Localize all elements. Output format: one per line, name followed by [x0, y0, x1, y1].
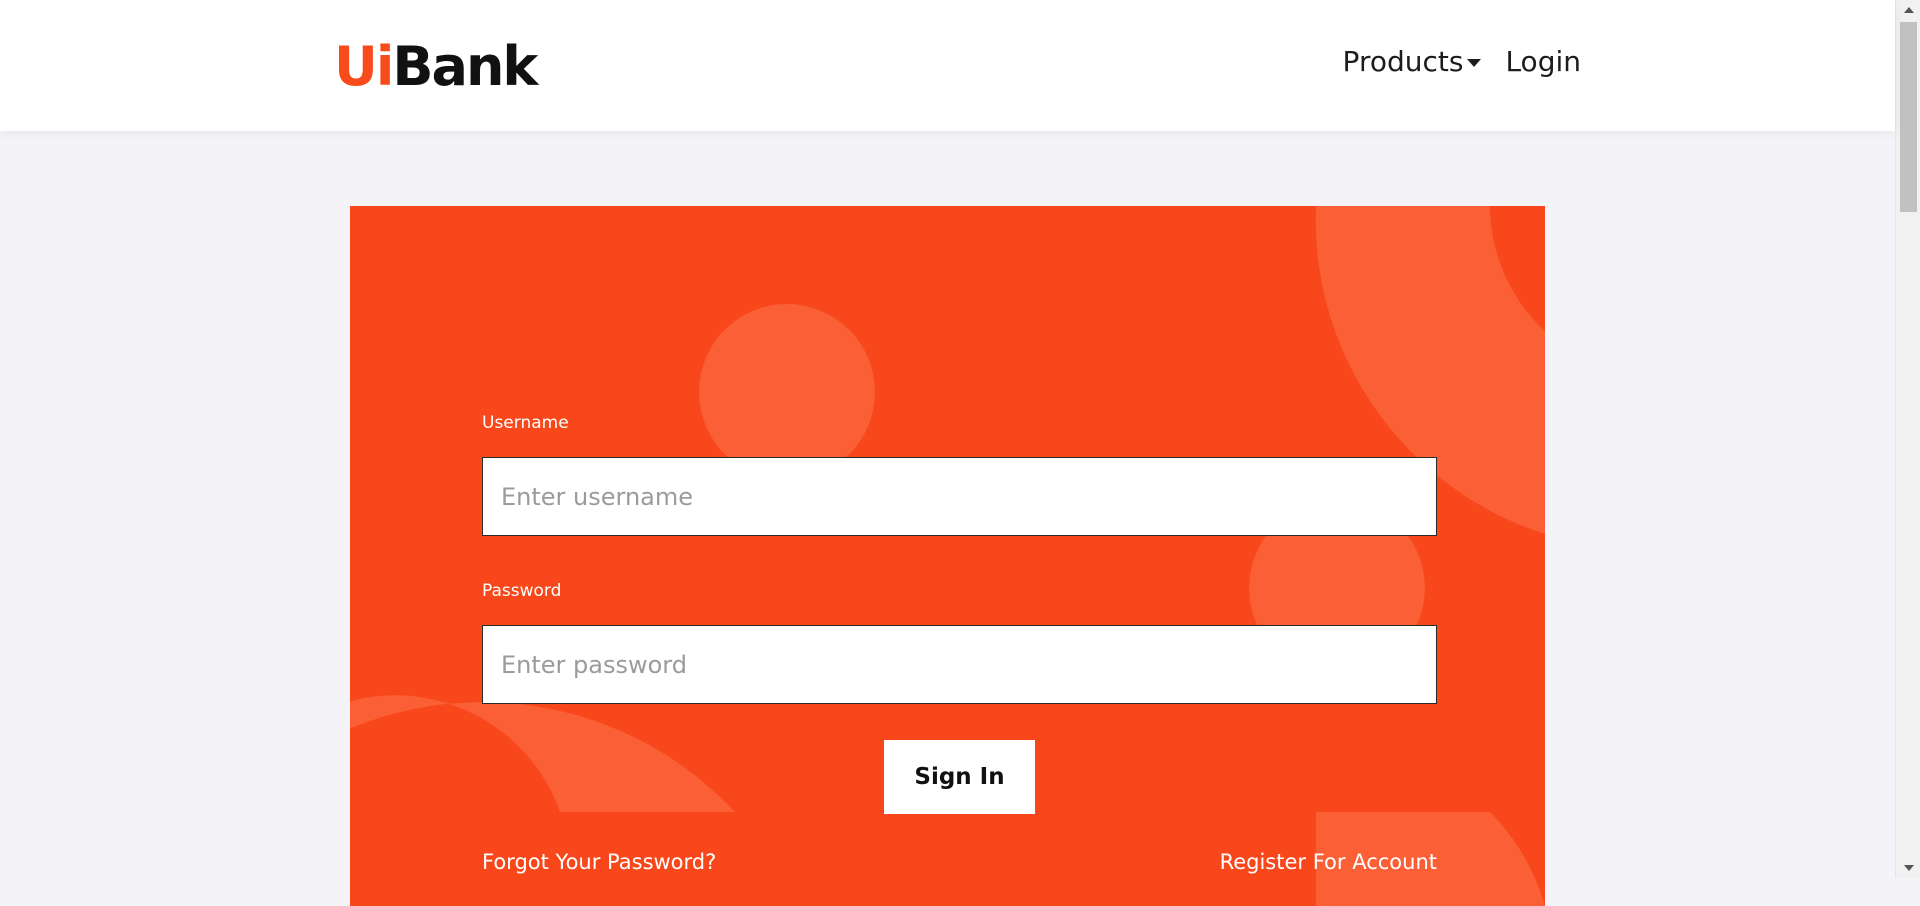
- password-label: Password: [482, 581, 562, 601]
- sign-in-button[interactable]: Sign In: [884, 740, 1035, 814]
- username-input[interactable]: [482, 457, 1437, 536]
- logo-suffix: Bank: [392, 35, 538, 98]
- page-scrollbar[interactable]: [1895, 0, 1920, 878]
- forgot-password-link[interactable]: Forgot Your Password?: [482, 850, 716, 874]
- site-header: UiBank Products Login: [0, 0, 1895, 131]
- register-account-link[interactable]: Register For Account: [1220, 850, 1437, 874]
- deco-circle-top: [699, 304, 875, 480]
- caret-down-icon: [1467, 59, 1482, 67]
- products-label: Products: [1342, 45, 1464, 78]
- login-link[interactable]: Login: [1505, 45, 1581, 78]
- uibank-logo[interactable]: UiBank: [334, 35, 538, 98]
- main-nav: Products Login: [1343, 45, 1581, 78]
- scroll-thumb[interactable]: [1900, 22, 1917, 212]
- deco-arc-left: [350, 695, 735, 812]
- login-label: Login: [1505, 45, 1581, 78]
- scroll-down-arrow-icon[interactable]: [1904, 865, 1914, 871]
- scroll-up-arrow-icon[interactable]: [1904, 7, 1914, 13]
- username-label: Username: [482, 413, 569, 433]
- password-input[interactable]: [482, 625, 1437, 704]
- login-panel: Username Password Sign In Forgot Your Pa…: [350, 206, 1545, 906]
- logo-prefix: Ui: [334, 35, 394, 98]
- products-dropdown[interactable]: Products: [1343, 45, 1482, 78]
